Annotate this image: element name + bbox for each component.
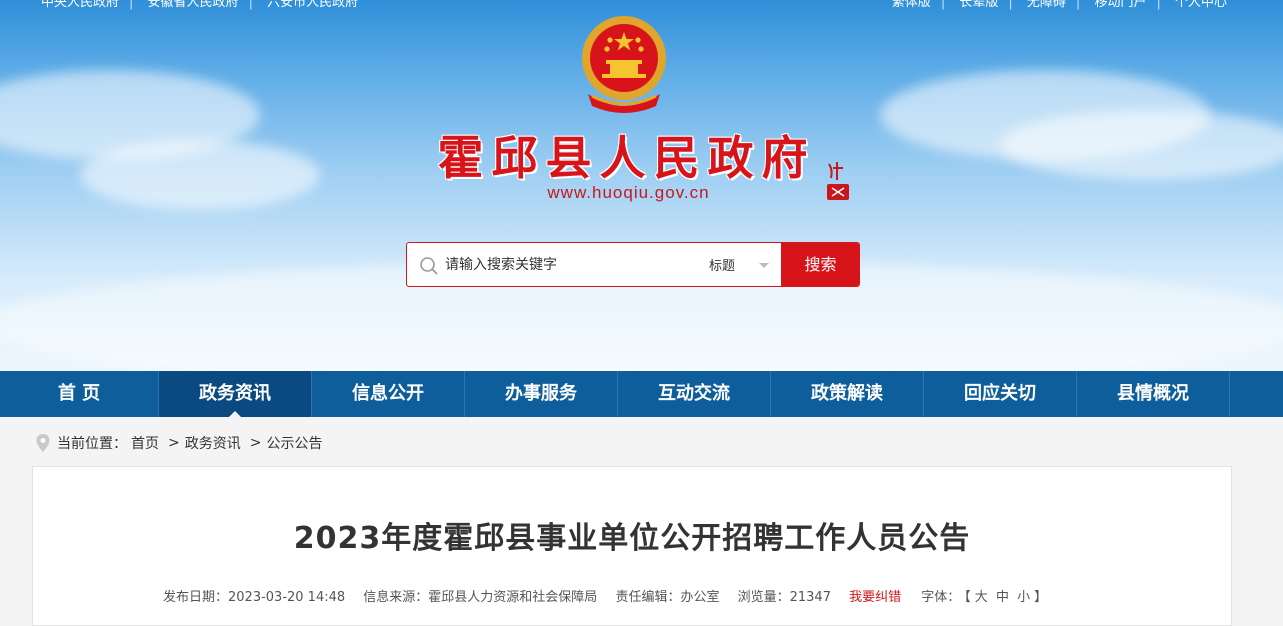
font-size-medium[interactable]: 中	[996, 590, 1009, 605]
national-emblem-icon	[582, 16, 666, 113]
top-links-right: 繁体版 | 长辈版 | 无障碍 | 移动门户 | 个人中心	[886, 0, 1233, 10]
font-size-small[interactable]: 小	[1017, 590, 1030, 605]
separator: |	[1156, 0, 1161, 10]
breadcrumb-separator: >	[249, 435, 262, 451]
nav-item-services[interactable]: 办事服务	[465, 371, 618, 417]
search-bar: 标题 搜索	[406, 242, 860, 287]
article-panel: 2023年度霍邱县事业单位公开招聘工作人员公告 发布日期：2023-03-20 …	[32, 466, 1232, 626]
bracket: 】	[1034, 590, 1048, 605]
search-scope-value: 标题	[709, 259, 736, 274]
site-url[interactable]: www.huoqiu.gov.cn	[0, 183, 1257, 203]
top-link[interactable]: 移动门户	[1094, 0, 1146, 10]
font-size-label: 字体：	[921, 590, 961, 605]
nav-item-county-info[interactable]: 县情概况	[1077, 371, 1230, 417]
nav-item-home[interactable]: 首 页	[0, 371, 159, 417]
nav-item-news[interactable]: 政务资讯	[159, 371, 312, 418]
site-title: 霍邱县人民政府	[437, 131, 816, 185]
breadcrumb-separator: >	[168, 435, 180, 451]
nav-item-interaction[interactable]: 互动交流	[618, 371, 771, 417]
top-link[interactable]: 安徽省人民政府	[148, 0, 239, 10]
nav-item-policy[interactable]: 政策解读	[771, 371, 924, 417]
search-scope-select[interactable]: 标题	[709, 255, 779, 275]
view-count: 浏览量：21347	[737, 590, 831, 605]
publish-date: 发布日期：2023-03-20 14:48	[163, 590, 346, 605]
font-size-controls: 字体：【大 中 小】	[919, 590, 1049, 605]
article-title: 2023年度霍邱县事业单位公开招聘工作人员公告	[293, 521, 971, 556]
separator: |	[940, 0, 946, 10]
search-button[interactable]: 搜索	[781, 243, 859, 286]
site-header: 中央人民政府 | 安徽省人民政府 | 六安市人民政府 繁体版 | 长辈版 | 无障碍 | …	[0, 0, 1283, 371]
breadcrumb-item-home[interactable]: 首页	[131, 433, 159, 453]
chevron-down-icon	[759, 263, 769, 268]
breadcrumb: 当前位置： 首页 > 政务资讯 > 公示公告	[35, 432, 326, 454]
article-meta: 发布日期：2023-03-20 14:48 信息来源：霍邱县人力资源和社会保障局…	[163, 586, 1063, 605]
font-size-large[interactable]: 大	[975, 590, 988, 605]
breadcrumb-item-notices[interactable]: 公示公告	[266, 433, 322, 453]
report-error-link[interactable]: 我要纠错	[849, 590, 901, 605]
nav-item-response[interactable]: 回应关切	[924, 371, 1077, 417]
top-link[interactable]: 中央人民政府	[41, 0, 119, 10]
calligraphy-seal-icon	[827, 162, 849, 200]
editor: 责任编辑：办公室	[615, 590, 720, 605]
breadcrumb-item-news[interactable]: 政务资讯	[185, 433, 241, 453]
top-link[interactable]: 六安市人民政府	[267, 0, 358, 10]
top-link[interactable]: 个人中心	[1175, 0, 1227, 10]
top-link[interactable]: 长辈版	[959, 0, 998, 10]
search-icon	[420, 257, 438, 275]
top-link[interactable]: 繁体版	[892, 0, 931, 10]
separator: |	[129, 0, 134, 10]
separator: |	[1008, 0, 1013, 10]
separator: |	[248, 0, 253, 10]
main-nav: 首 页 政务资讯 信息公开 办事服务 互动交流 政策解读 回应关切 县情概况	[0, 371, 1283, 418]
nav-item-disclosure[interactable]: 信息公开	[312, 371, 465, 417]
info-source: 信息来源：霍邱县人力资源和社会保障局	[363, 590, 598, 605]
location-pin-icon	[36, 434, 50, 452]
breadcrumb-label: 当前位置：	[57, 436, 127, 452]
bracket: 【	[964, 590, 971, 605]
top-links-left: 中央人民政府 | 安徽省人民政府 | 六安市人民政府	[35, 0, 364, 10]
separator: |	[1075, 0, 1081, 10]
top-link[interactable]: 无障碍	[1027, 0, 1066, 10]
search-input[interactable]	[445, 253, 695, 277]
